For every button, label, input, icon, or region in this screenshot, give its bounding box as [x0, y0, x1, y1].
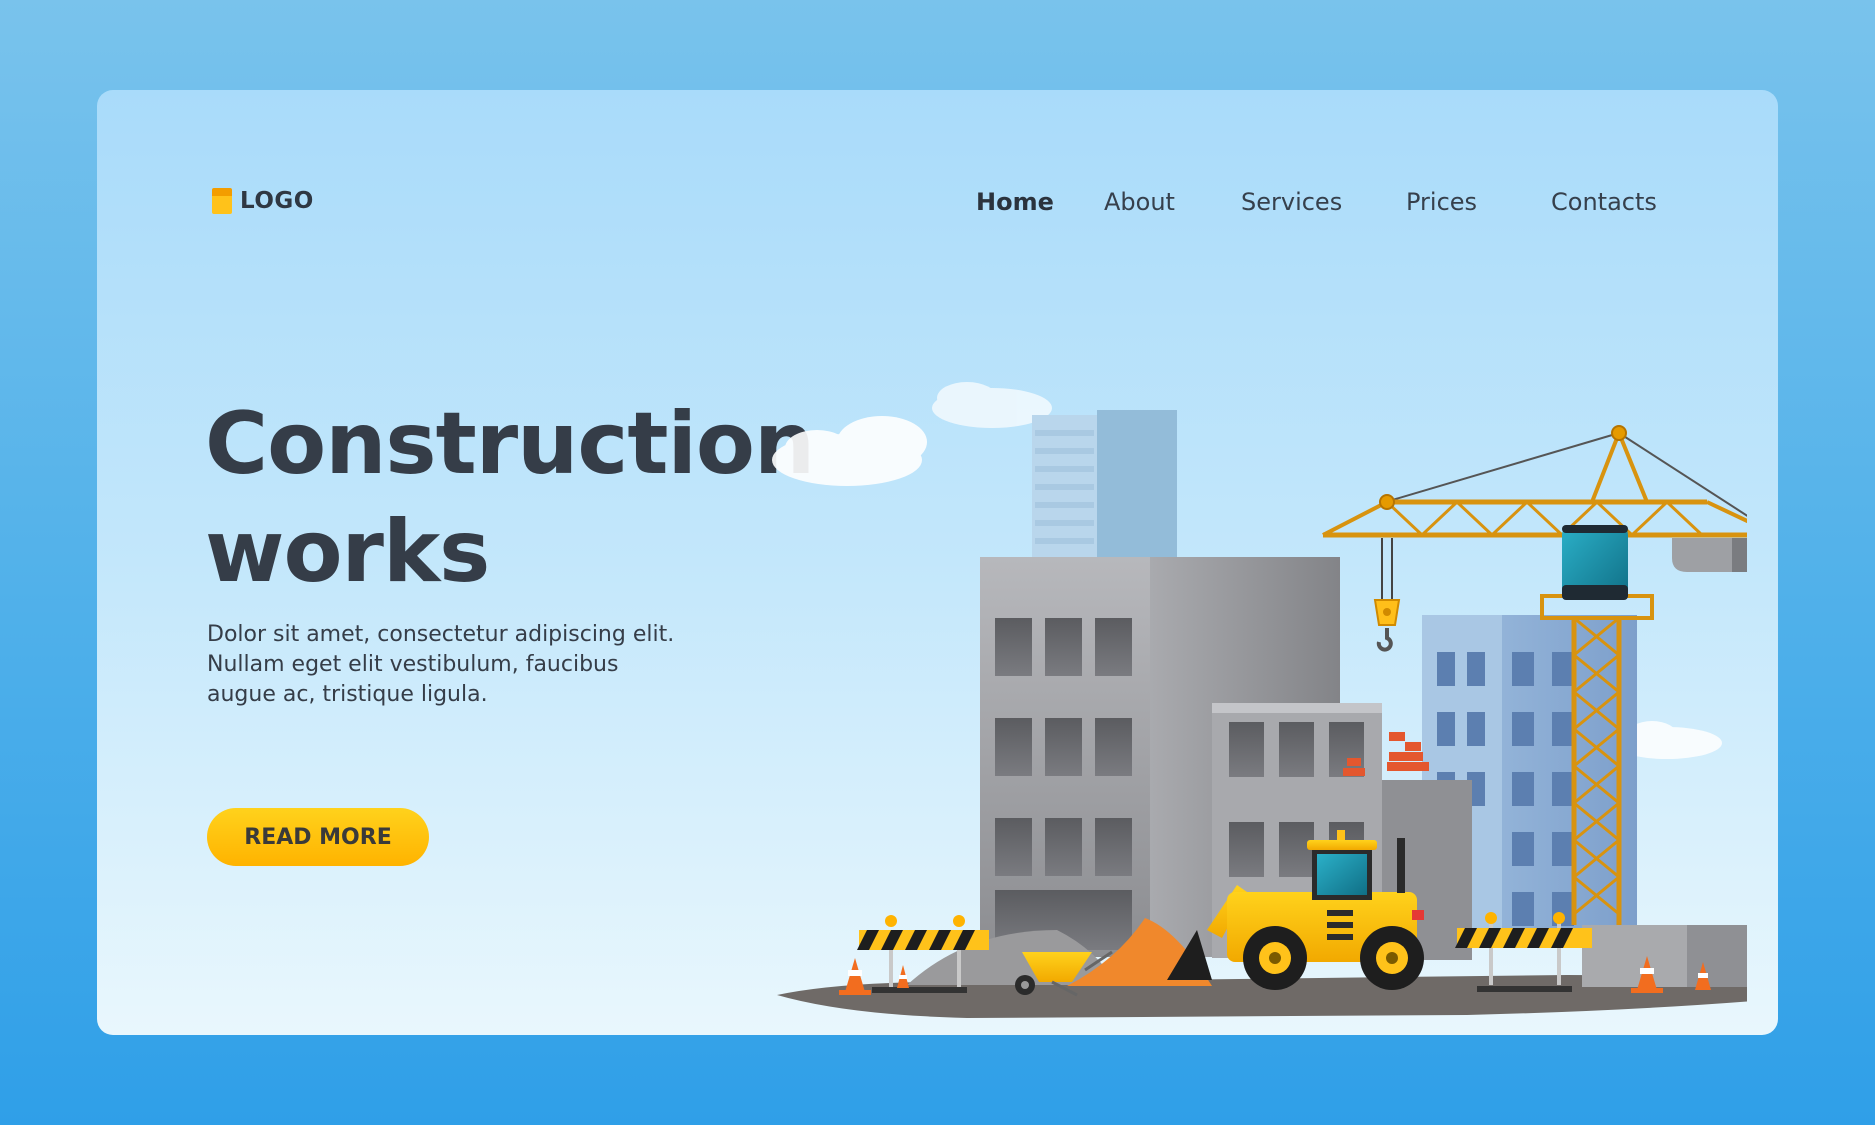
nav-home[interactable]: Home — [976, 188, 1054, 216]
nav-prices[interactable]: Prices — [1406, 188, 1477, 216]
counterweight — [1672, 538, 1747, 572]
hero-title-line2: works — [205, 502, 490, 602]
crane-hook — [1373, 538, 1401, 652]
crane-cabin — [1562, 525, 1628, 600]
landing-card: LOGO Home About Services Prices Contacts… — [97, 90, 1778, 1035]
nav-services[interactable]: Services — [1241, 188, 1342, 216]
main-nav: Home About Services Prices Contacts — [97, 188, 1778, 218]
hero-description: Dolor sit amet, consectetur adipiscing e… — [207, 622, 675, 707]
construction-illustration — [772, 382, 1747, 1018]
background-tower — [1032, 410, 1177, 560]
concrete-block-dark — [1687, 925, 1747, 987]
read-more-button[interactable]: READ MORE — [207, 808, 429, 866]
nav-about[interactable]: About — [1104, 188, 1175, 216]
nav-contacts[interactable]: Contacts — [1551, 188, 1657, 216]
cloud-left — [772, 416, 927, 486]
traffic-cone-small — [897, 965, 909, 988]
